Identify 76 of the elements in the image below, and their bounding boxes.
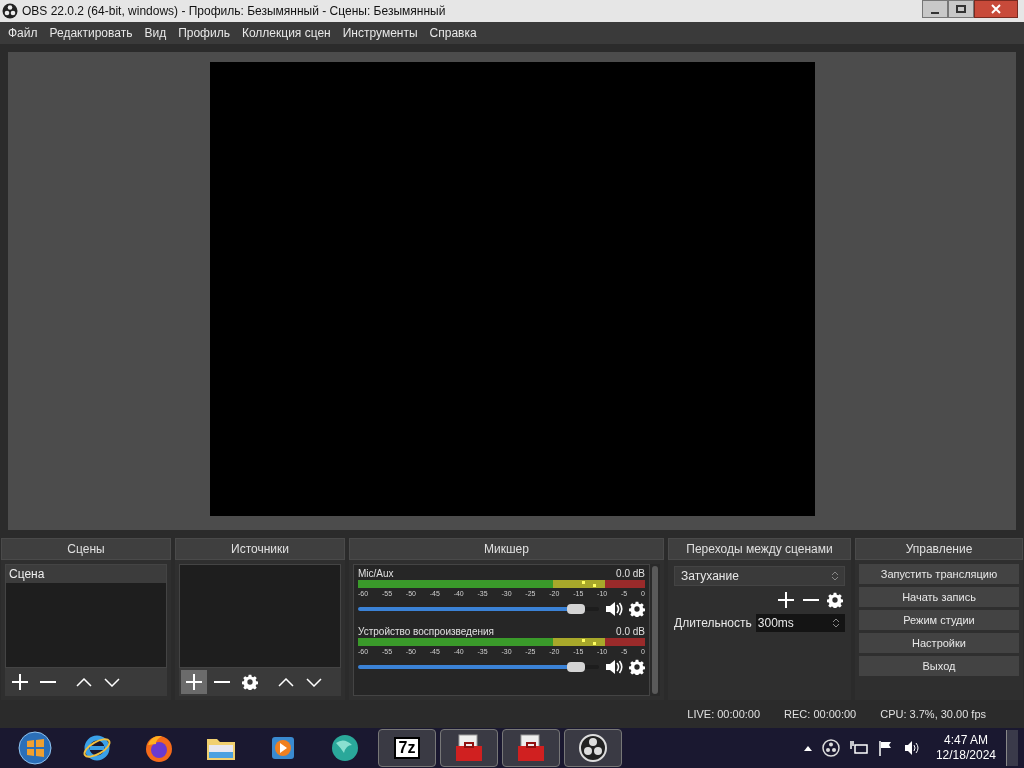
control-button[interactable]: Начать запись	[859, 587, 1019, 607]
dock-title: Сцены	[1, 538, 171, 560]
down-icon	[306, 677, 322, 687]
maximize-button[interactable]	[948, 0, 974, 18]
speaker-icon[interactable]	[605, 659, 623, 675]
transition-select[interactable]: Затухание	[674, 566, 845, 586]
settings-icon	[629, 659, 645, 675]
clock-date[interactable]: 12/18/2024	[935, 748, 996, 763]
speaker-icon[interactable]	[605, 601, 623, 617]
scene-item[interactable]: Сцена	[6, 565, 166, 583]
status-text: REC: 00:00:00	[784, 706, 857, 722]
show-hidden-icon[interactable]	[803, 745, 812, 751]
add-icon	[185, 673, 203, 691]
taskbar-app[interactable]	[440, 729, 498, 767]
status-text: LIVE: 00:00:00	[687, 706, 761, 722]
add-icon	[777, 591, 795, 609]
up-icon	[76, 677, 92, 687]
remove-icon	[40, 680, 56, 684]
browser-e-icon	[82, 733, 112, 763]
archive-app-icon: 7z	[393, 737, 421, 759]
add-icon	[11, 673, 29, 691]
remove-icon	[214, 680, 230, 684]
clock-time[interactable]: 4:47 AM	[943, 733, 988, 748]
scrollbar-thumb[interactable]	[652, 566, 658, 694]
settings-icon	[242, 674, 258, 690]
show-desktop-button[interactable]	[1006, 730, 1018, 766]
menu-item[interactable]: Вид	[138, 24, 173, 42]
menu-item[interactable]: Профиль	[172, 24, 236, 42]
play-icon	[269, 734, 297, 762]
down-icon	[104, 677, 120, 687]
menu-item[interactable]: Файл	[2, 24, 44, 42]
dock-title: Управление	[855, 538, 1023, 560]
control-button[interactable]: Выход	[859, 656, 1019, 676]
window-title: OBS 22.0.2 (64-bit, windows) - Профиль: Безымянный - Сцены: Безымянный	[22, 3, 446, 20]
control-button[interactable]: Режим студии	[859, 610, 1019, 630]
close-button[interactable]	[974, 0, 1018, 18]
speaker-icon[interactable]	[903, 740, 920, 756]
network-icon[interactable]	[849, 740, 868, 756]
remove-icon	[803, 598, 819, 602]
flag-icon[interactable]	[877, 740, 894, 756]
toolbar-button[interactable]	[181, 670, 207, 694]
menu-item[interactable]: Справка	[423, 24, 483, 42]
close-icon	[991, 4, 1001, 14]
fox-globe-icon	[144, 733, 174, 763]
control-button[interactable]: Запустить трансляцию	[859, 564, 1019, 584]
dock-title: Источники	[175, 538, 345, 560]
channel-name: Устройство воспроизведения	[358, 625, 495, 638]
taskbar-app[interactable]	[502, 729, 560, 767]
spinner-arrows-icon	[830, 569, 840, 583]
dock-title: Микшер	[349, 538, 664, 560]
three-blade-circle-icon	[578, 733, 608, 763]
volume-slider[interactable]	[358, 662, 599, 672]
status-text: CPU: 3.7%, 30.00 fps	[880, 706, 986, 722]
taskbar-app[interactable]: 7z	[378, 729, 436, 767]
toolbox-icon	[453, 733, 485, 763]
duration-label: Длительность	[674, 615, 752, 632]
settings-icon	[827, 592, 843, 608]
up-icon	[278, 677, 294, 687]
volume-slider[interactable]	[358, 604, 599, 614]
globe-icon	[330, 733, 360, 763]
channel-reading: 0.0 dB	[616, 625, 645, 638]
control-button[interactable]: Настройки	[859, 633, 1019, 653]
start-orb-icon	[18, 731, 52, 765]
channel-reading: 0.0 dB	[616, 567, 645, 580]
channel-name: Mic/Aux	[358, 567, 394, 580]
spinner-arrows-icon	[831, 616, 841, 630]
toolbox-icon	[515, 733, 547, 763]
three-blade-circle-icon[interactable]	[821, 739, 840, 757]
settings-icon	[629, 601, 645, 617]
menu-item[interactable]: Инструменты	[336, 24, 424, 42]
menu-item[interactable]: Редактировать	[43, 24, 139, 42]
menu-item[interactable]: Коллекция сцен	[235, 24, 337, 42]
dock-title: Переходы между сценами	[668, 538, 851, 560]
duration-field[interactable]: 300ms	[755, 614, 845, 632]
minimize-button[interactable]	[922, 0, 948, 18]
taskbar-app[interactable]	[564, 729, 622, 767]
